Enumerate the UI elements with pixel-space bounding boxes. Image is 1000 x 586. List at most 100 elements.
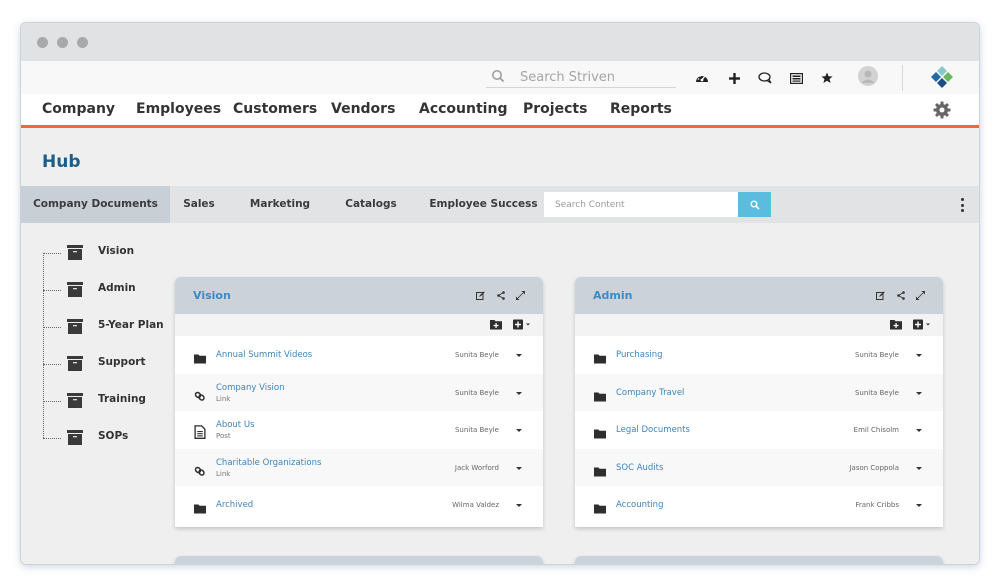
document-name-link[interactable]: Accounting bbox=[616, 500, 663, 510]
doc-card-support: Support bbox=[575, 556, 943, 564]
tree-item-training[interactable]: Training bbox=[43, 391, 173, 411]
add-folder-icon[interactable] bbox=[890, 319, 902, 330]
edit-icon[interactable] bbox=[476, 290, 485, 300]
folder-icon bbox=[194, 349, 206, 364]
tree-item-5-year-plan[interactable]: 5-Year Plan bbox=[43, 317, 173, 337]
archive-box-icon bbox=[67, 319, 83, 334]
row-dropdown-caret[interactable] bbox=[916, 429, 922, 432]
document-row[interactable]: Annual Summit Videos Sunita Beyle bbox=[175, 336, 543, 374]
document-name-link[interactable]: Annual Summit Videos bbox=[216, 350, 312, 360]
tree-item-label: SOPs bbox=[98, 430, 129, 442]
document-row[interactable]: Accounting Frank Cribbs bbox=[575, 486, 943, 524]
hub-tabs: Company Documents Sales Marketing Catalo… bbox=[21, 186, 979, 223]
tree-item-vision[interactable]: Vision bbox=[43, 243, 173, 263]
search-icon bbox=[492, 70, 505, 83]
nav-customers[interactable]: Customers bbox=[233, 101, 317, 117]
card-title[interactable]: Vision bbox=[193, 289, 231, 302]
row-dropdown-caret[interactable] bbox=[516, 391, 522, 395]
expand-icon[interactable] bbox=[516, 290, 525, 300]
tab-catalogs[interactable]: Catalogs bbox=[331, 186, 411, 223]
post-icon bbox=[194, 424, 206, 439]
tree-item-support[interactable]: Support bbox=[43, 354, 173, 374]
global-search-input[interactable] bbox=[520, 67, 670, 87]
row-dropdown-caret[interactable] bbox=[916, 466, 922, 470]
document-owner: Frank Cribbs bbox=[855, 501, 899, 509]
edit-icon[interactable] bbox=[876, 290, 885, 300]
archive-box-icon bbox=[67, 393, 83, 408]
window-minimize-dot[interactable] bbox=[57, 37, 68, 48]
tree-item-label: Vision bbox=[98, 245, 135, 257]
document-owner: Wilma Valdez bbox=[452, 501, 499, 509]
nav-reports[interactable]: Reports bbox=[610, 101, 672, 117]
document-name-link[interactable]: Company Travel bbox=[616, 388, 684, 398]
document-row[interactable]: SOC Audits Jason Coppola bbox=[575, 448, 943, 486]
document-owner: Sunita Beyle bbox=[854, 388, 899, 397]
tree-item-sops[interactable]: SOPs bbox=[43, 428, 173, 448]
row-dropdown-caret[interactable] bbox=[516, 354, 522, 357]
nav-employees[interactable]: Employees bbox=[136, 101, 221, 117]
chat-icon[interactable] bbox=[757, 70, 773, 86]
tree-item-label: Admin bbox=[98, 282, 136, 294]
document-name-link[interactable]: Purchasing bbox=[616, 350, 663, 360]
content-search-input[interactable] bbox=[544, 192, 738, 217]
document-name-link[interactable]: Archived bbox=[216, 500, 253, 510]
dashboard-icon[interactable] bbox=[694, 70, 710, 86]
document-row[interactable]: Company Vision Link Sunita Beyle bbox=[175, 373, 543, 411]
tab-company-documents[interactable]: Company Documents bbox=[21, 186, 170, 223]
tree-item-admin[interactable]: Admin bbox=[43, 280, 173, 300]
tab-marketing[interactable]: Marketing bbox=[236, 186, 324, 223]
hub-content: Hub Company Documents Sales Marketing Ca… bbox=[21, 131, 979, 564]
document-owner: Sunita Beyle bbox=[454, 388, 499, 397]
add-item-dropdown-icon[interactable] bbox=[913, 319, 931, 330]
row-dropdown-caret[interactable] bbox=[916, 354, 922, 357]
document-name-link[interactable]: Company Vision bbox=[216, 383, 285, 393]
document-name-link[interactable]: Charitable Organizations bbox=[216, 458, 321, 468]
card-header: Admin bbox=[575, 277, 943, 314]
document-row[interactable]: About Us Post Sunita Beyle bbox=[175, 411, 543, 449]
share-icon[interactable] bbox=[896, 290, 905, 300]
plus-icon[interactable] bbox=[726, 70, 742, 86]
avatar[interactable] bbox=[858, 66, 878, 86]
card-title[interactable]: Admin bbox=[593, 289, 632, 302]
row-dropdown-caret[interactable] bbox=[516, 429, 522, 432]
document-name-link[interactable]: About Us bbox=[216, 420, 254, 430]
main-nav: Company Employees Customers Vendors Acco… bbox=[21, 94, 979, 128]
document-row[interactable]: Legal Documents Emil Chisolm bbox=[575, 411, 943, 449]
nav-projects[interactable]: Projects bbox=[523, 101, 587, 117]
top-bar bbox=[21, 61, 979, 94]
document-row[interactable]: Company Travel Sunita Beyle bbox=[575, 373, 943, 411]
row-dropdown-caret[interactable] bbox=[916, 391, 922, 395]
striven-logo[interactable] bbox=[929, 65, 955, 91]
window-close-dot[interactable] bbox=[37, 37, 48, 48]
tab-sales[interactable]: Sales bbox=[170, 186, 228, 223]
search-icon bbox=[750, 200, 760, 210]
expand-icon[interactable] bbox=[916, 290, 925, 300]
star-icon[interactable] bbox=[819, 70, 835, 86]
content-search-button[interactable] bbox=[738, 192, 771, 217]
nav-vendors[interactable]: Vendors bbox=[331, 101, 395, 117]
add-folder-icon[interactable] bbox=[490, 319, 502, 330]
gear-icon[interactable] bbox=[933, 101, 951, 119]
page-title: Hub bbox=[42, 152, 81, 172]
tree-item-label: Support bbox=[98, 356, 146, 368]
row-dropdown-caret[interactable] bbox=[516, 504, 522, 507]
tab-employee-success[interactable]: Employee Success bbox=[426, 186, 541, 223]
nav-company[interactable]: Company bbox=[42, 101, 115, 117]
document-owner: Jason Coppola bbox=[849, 463, 899, 472]
document-type: Link bbox=[216, 469, 231, 478]
window-maximize-dot[interactable] bbox=[77, 37, 88, 48]
document-name-link[interactable]: SOC Audits bbox=[616, 463, 663, 473]
more-options-icon[interactable] bbox=[959, 198, 965, 212]
share-icon[interactable] bbox=[496, 290, 505, 300]
add-item-dropdown-icon[interactable] bbox=[513, 319, 531, 330]
row-dropdown-caret[interactable] bbox=[516, 466, 522, 470]
document-row[interactable]: Charitable Organizations Link Jack Worford bbox=[175, 448, 543, 486]
list-icon[interactable] bbox=[788, 70, 804, 86]
nav-accounting[interactable]: Accounting bbox=[419, 101, 507, 117]
global-search bbox=[486, 67, 676, 88]
document-name-link[interactable]: Legal Documents bbox=[616, 425, 690, 435]
divider bbox=[902, 65, 903, 91]
document-row[interactable]: Archived Wilma Valdez bbox=[175, 486, 543, 524]
document-row[interactable]: Purchasing Sunita Beyle bbox=[575, 336, 943, 374]
row-dropdown-caret[interactable] bbox=[916, 504, 922, 507]
